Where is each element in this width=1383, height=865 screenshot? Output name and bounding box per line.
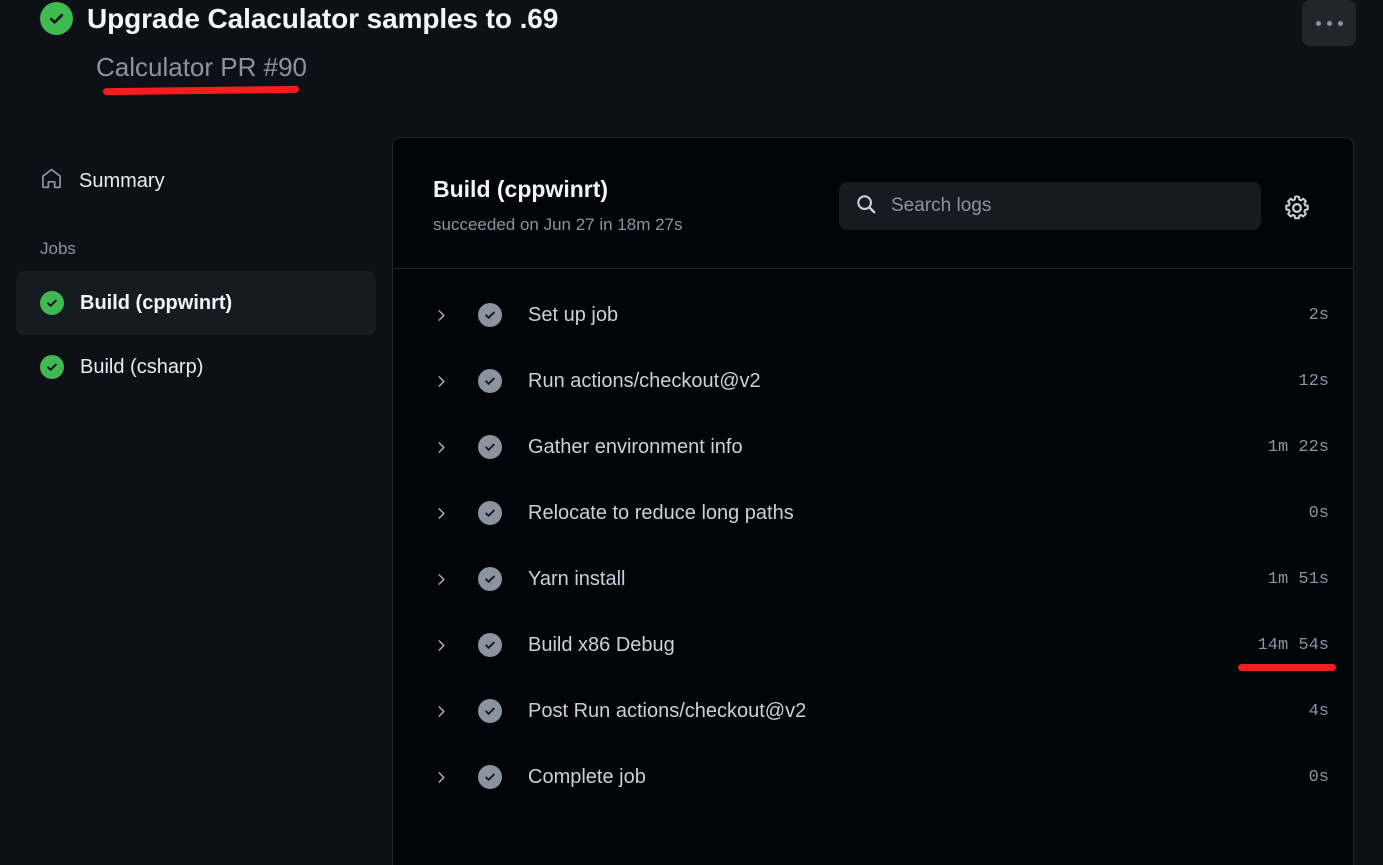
chevron-right-icon[interactable] bbox=[433, 704, 449, 719]
chevron-right-icon[interactable] bbox=[433, 374, 449, 389]
search-logs-input[interactable] bbox=[891, 195, 1245, 217]
settings-button[interactable] bbox=[1283, 194, 1311, 222]
chevron-right-icon[interactable] bbox=[433, 770, 449, 785]
check-circle-icon bbox=[478, 699, 502, 723]
annotation-underline-step-duration bbox=[1238, 664, 1336, 671]
page-header: Upgrade Calaculator samples to .69 Calcu… bbox=[0, 0, 1383, 120]
chevron-right-icon[interactable] bbox=[433, 572, 449, 587]
chevron-right-icon[interactable] bbox=[433, 440, 449, 455]
sidebar-jobs-heading: Jobs bbox=[40, 239, 76, 258]
step-duration: 4s bbox=[1308, 701, 1329, 721]
sidebar-job-label: Build (cppwinrt) bbox=[80, 291, 233, 314]
sidebar-item-build-csharp[interactable]: Build (csharp) bbox=[16, 335, 376, 399]
step-row[interactable]: Run actions/checkout@v2 12s bbox=[393, 348, 1353, 414]
more-options-button[interactable] bbox=[1302, 0, 1356, 46]
kebab-menu-icon bbox=[1315, 20, 1321, 26]
kebab-menu-icon-dot-2 bbox=[1326, 20, 1332, 26]
job-title: Build (cppwinrt) bbox=[433, 176, 609, 202]
sidebar-item-summary[interactable]: Summary bbox=[16, 156, 376, 206]
step-duration: 0s bbox=[1308, 767, 1329, 787]
step-label: Post Run actions/checkout@v2 bbox=[528, 699, 807, 722]
search-icon bbox=[855, 193, 877, 220]
search-logs-box[interactable] bbox=[839, 182, 1261, 230]
job-detail-panel: Build (cppwinrt) succeeded on Jun 27 in … bbox=[392, 137, 1354, 865]
step-duration: 1m 51s bbox=[1267, 569, 1329, 589]
step-label: Yarn install bbox=[528, 567, 626, 590]
check-circle-icon bbox=[478, 369, 502, 393]
sidebar-job-label: Build (csharp) bbox=[80, 355, 204, 378]
job-steps-list: Set up job 2s Run actions/checkout@v2 12… bbox=[393, 269, 1353, 810]
step-label: Set up job bbox=[528, 303, 619, 326]
check-circle-icon bbox=[40, 2, 73, 35]
check-circle-icon bbox=[478, 501, 502, 525]
chevron-right-icon[interactable] bbox=[433, 638, 449, 653]
step-row[interactable]: Complete job 0s bbox=[393, 744, 1353, 810]
step-label: Relocate to reduce long paths bbox=[528, 501, 794, 524]
run-subtitle: Calculator PR #90 bbox=[96, 52, 307, 82]
step-label: Complete job bbox=[528, 765, 646, 788]
sidebar-item-summary-label: Summary bbox=[79, 169, 165, 192]
step-duration: 1m 22s bbox=[1267, 437, 1329, 457]
check-circle-icon bbox=[478, 567, 502, 591]
check-circle-icon bbox=[478, 765, 502, 789]
check-circle-icon bbox=[40, 355, 64, 379]
step-duration: 12s bbox=[1298, 371, 1329, 391]
check-circle-icon bbox=[40, 291, 64, 315]
chevron-right-icon[interactable] bbox=[433, 308, 449, 323]
step-row[interactable]: Set up job 2s bbox=[393, 282, 1353, 348]
step-duration: 0s bbox=[1308, 503, 1329, 523]
chevron-right-icon[interactable] bbox=[433, 506, 449, 521]
check-circle-icon bbox=[478, 633, 502, 657]
gear-icon bbox=[1283, 195, 1311, 226]
run-title-row: Upgrade Calaculator samples to .69 bbox=[40, 2, 558, 35]
step-row[interactable]: Yarn install 1m 51s bbox=[393, 546, 1353, 612]
annotation-underline-subtitle bbox=[102, 85, 300, 96]
kebab-menu-icon-dot-3 bbox=[1337, 20, 1343, 26]
check-circle-icon bbox=[478, 435, 502, 459]
page-title: Upgrade Calaculator samples to .69 bbox=[87, 2, 559, 34]
job-status-summary: succeeded on Jun 27 in 18m 27s bbox=[433, 215, 683, 234]
step-label: Run actions/checkout@v2 bbox=[528, 369, 761, 392]
step-duration: 14m 54s bbox=[1257, 635, 1329, 655]
run-subtitle-row: Calculator PR #90 bbox=[96, 52, 307, 83]
step-row[interactable]: Build x86 Debug 14m 54s bbox=[393, 612, 1353, 678]
sidebar: Summary Jobs Build (cppwinrt) Build (csh… bbox=[0, 120, 392, 865]
check-circle-icon bbox=[478, 303, 502, 327]
sidebar-item-build-cppwinrt[interactable]: Build (cppwinrt) bbox=[16, 271, 376, 335]
step-label: Build x86 Debug bbox=[528, 633, 675, 656]
step-row[interactable]: Gather environment info 1m 22s bbox=[393, 414, 1353, 480]
step-duration: 2s bbox=[1308, 305, 1329, 325]
step-label: Gather environment info bbox=[528, 435, 743, 458]
home-icon bbox=[40, 167, 63, 195]
step-row[interactable]: Relocate to reduce long paths 0s bbox=[393, 480, 1353, 546]
step-row[interactable]: Post Run actions/checkout@v2 4s bbox=[393, 678, 1353, 744]
job-detail-header: Build (cppwinrt) succeeded on Jun 27 in … bbox=[393, 138, 1353, 269]
